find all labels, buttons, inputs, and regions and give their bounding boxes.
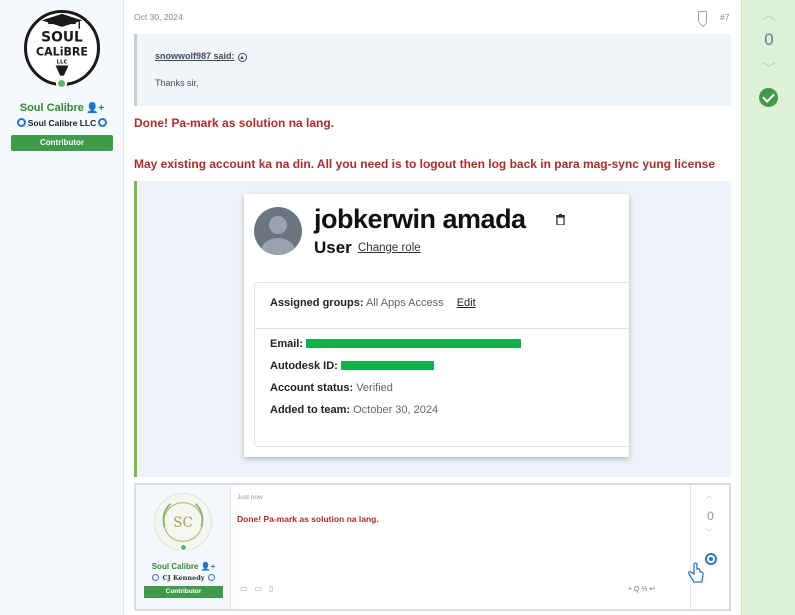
username-text[interactable]: Soul Calibre: [20, 102, 84, 114]
embedded-organization-text: CJ Kennedy: [162, 574, 205, 582]
arrow-up-icon[interactable]: ▲: [237, 53, 247, 62]
autodesk-id-row: Autodesk ID:: [270, 360, 434, 372]
embedded-org-ring-icon: [152, 574, 160, 581]
change-role-link: Change role: [358, 242, 421, 254]
trash-icon: [556, 214, 565, 225]
embedded-logo-text: SC: [173, 515, 193, 531]
user-profile-card: jobkerwin amada User Change role Assigne…: [244, 194, 630, 457]
vote-score: 0: [764, 30, 774, 49]
logo-line-3: LLC: [56, 60, 67, 66]
account-status-label: Account status:: [270, 382, 354, 394]
embedded-vote-column: ︿ 0 ﹀: [690, 485, 729, 609]
post-date[interactable]: Oct 30, 2024: [134, 12, 183, 22]
embedded-solution-icon: [705, 553, 717, 565]
attached-image-2[interactable]: SC Soul Calibre 👤+ CJ Kennedy Contributo…: [134, 483, 731, 611]
added-to-team-row: Added to team: October 30, 2024: [270, 404, 438, 416]
attached-image-1[interactable]: jobkerwin amada User Change role Assigne…: [134, 181, 731, 477]
embedded-user-column: SC Soul Calibre 👤+ CJ Kennedy Contributo…: [136, 485, 231, 609]
email-redaction: [306, 339, 522, 348]
post-user-column: SOUL CALiBRE LLC Soul Calibre 👤+ Soul Cal…: [0, 0, 124, 615]
details-divider: [255, 328, 630, 329]
vote-column: ︿ 0 ﹀: [741, 0, 795, 615]
profile-details-panel: Assigned groups: All Apps Access Edit Em…: [254, 282, 630, 447]
user-title-badge: Contributor: [11, 135, 113, 151]
embedded-chevron-down-icon: ﹀: [705, 528, 713, 537]
bookmark-icon[interactable]: [698, 11, 707, 22]
embedded-badge: Contributor: [144, 586, 223, 598]
post-number[interactable]: #7: [720, 12, 729, 22]
upvote-chevron-icon[interactable]: ︿: [742, 4, 795, 23]
add-user-icon[interactable]: 👤+: [86, 103, 104, 114]
quote-text: Thanks sir,: [155, 78, 199, 88]
email-label: Email:: [270, 338, 304, 350]
embedded-username: Soul Calibre 👤+: [136, 562, 231, 571]
profile-name: jobkerwin amada: [314, 204, 526, 234]
embedded-footer-icons: ▭▭▯: [240, 584, 281, 593]
soul-calibre-logo: SOUL CALiBRE LLC: [36, 13, 88, 76]
username[interactable]: Soul Calibre 👤+: [0, 102, 124, 114]
embedded-score: 0: [707, 509, 714, 523]
embedded-add-user-icon: 👤+: [200, 562, 216, 571]
organization-line: Soul Calibre LLC: [0, 118, 124, 128]
logo-line-1: SOUL: [41, 30, 83, 46]
embedded-org-ring-icon-right: [207, 574, 215, 581]
account-status-row: Account status: Verified: [270, 382, 393, 394]
autodesk-id-label: Autodesk ID:: [270, 360, 338, 372]
org-ring-icon: [16, 118, 26, 127]
hand-cursor-icon: [688, 562, 704, 583]
online-status-icon: [56, 78, 67, 89]
added-to-team-value: October 30, 2024: [353, 404, 439, 416]
embedded-username-text: Soul Calibre: [151, 562, 199, 571]
assigned-groups-row: Assigned groups: All Apps Access Edit: [270, 297, 476, 309]
autodesk-id-redaction: [340, 361, 434, 370]
organization-text: Soul Calibre LLC: [27, 118, 97, 128]
edit-link: Edit: [456, 297, 476, 309]
embedded-organization: CJ Kennedy: [136, 574, 231, 582]
quote-author[interactable]: snowwolf987 said: ▲: [155, 51, 247, 62]
embedded-message: Done! Pa-mark as solution na lang.: [237, 514, 379, 524]
downvote-chevron-icon[interactable]: ﹀: [742, 58, 795, 77]
embedded-chevron-up-icon: ︿: [705, 491, 713, 500]
profile-avatar-icon: [254, 207, 302, 255]
post-message-2: May existing account ka na din. All you …: [134, 157, 716, 171]
profile-role: User: [314, 238, 352, 257]
solution-check-icon[interactable]: [759, 88, 778, 107]
logo-line-2: CALiBRE: [36, 45, 88, 58]
email-row: Email:: [270, 338, 522, 350]
quote-author-text[interactable]: snowwolf987 said:: [155, 51, 235, 61]
org-ring-icon-right: [98, 118, 108, 127]
assigned-groups-label: Assigned groups:: [270, 297, 364, 309]
embedded-tools: + Q ⅔ ↩: [628, 586, 656, 593]
post-message-1: Done! Pa-mark as solution na lang.: [134, 116, 335, 130]
assigned-groups-value: All Apps Access: [365, 297, 444, 309]
account-status-value: Verified: [356, 382, 393, 394]
quote-block: snowwolf987 said: ▲ Thanks sir,: [134, 34, 731, 106]
embedded-online-icon: [179, 543, 188, 552]
embedded-date: Just now: [237, 494, 263, 501]
added-to-team-label: Added to team:: [270, 404, 351, 416]
avatar[interactable]: SOUL CALiBRE LLC: [24, 10, 100, 86]
